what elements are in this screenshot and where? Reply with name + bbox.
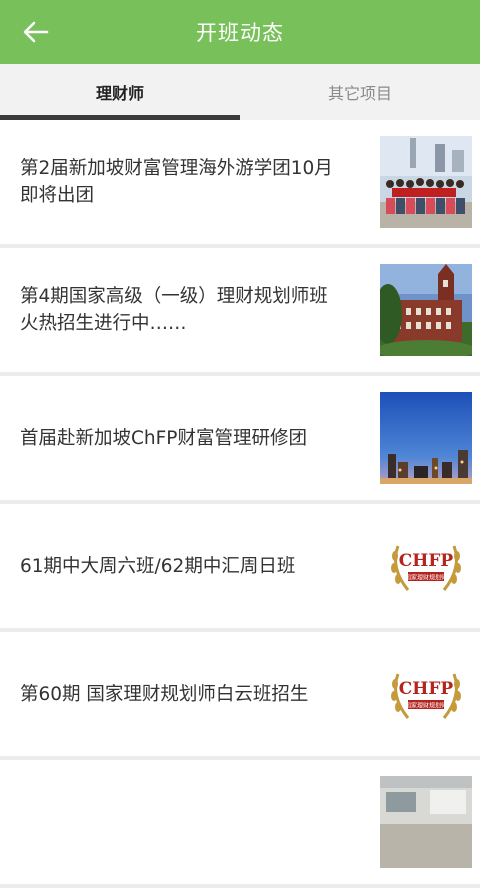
app-header: 开班动态	[0, 0, 480, 64]
city-skyline-photo-thumbnail	[380, 392, 472, 484]
list-item-title: 61期中大周六班/62期中汇周日班	[20, 555, 296, 577]
list-item[interactable]	[0, 760, 480, 884]
list-item-title: 首届赴新加坡ChFP财富管理研修团	[20, 427, 307, 449]
page-title: 开班动态	[196, 21, 284, 45]
chfp-logo-subtext: 国家理财规划师	[405, 702, 447, 710]
list-item[interactable]: 首届赴新加坡ChFP财富管理研修团	[0, 376, 480, 500]
tab-other-projects[interactable]: 其它项目	[240, 64, 480, 120]
chfp-logo-text: CHFP	[399, 551, 454, 571]
back-arrow-icon	[23, 21, 49, 43]
chfp-logo-subtext: 国家理财规划师	[405, 574, 447, 582]
chfp-logo-thumbnail: CHFP 国家理财规划师	[380, 648, 472, 740]
classroom-photo-thumbnail	[380, 776, 472, 868]
list-item-title: 第2届新加坡财富管理海外游学团10月即将出团	[20, 158, 333, 206]
group-photo-thumbnail	[380, 136, 472, 228]
tab-financial-planner[interactable]: 理财师	[0, 64, 240, 120]
news-list: 第2届新加坡财富管理海外游学团10月即将出团 第4期国家高级（一级）理财规划师班…	[0, 120, 480, 888]
tab-bar: 理财师 其它项目	[0, 64, 480, 120]
back-button[interactable]	[14, 14, 58, 50]
list-item[interactable]: 第60期 国家理财规划师白云班招生 CHFP 国家理财规划师	[0, 632, 480, 756]
campus-building-photo-thumbnail	[380, 264, 472, 356]
list-item-title: 第4期国家高级（一级）理财规划师班火热招生进行中……	[20, 286, 328, 334]
chfp-logo-text: CHFP	[399, 679, 454, 699]
list-item[interactable]: 61期中大周六班/62期中汇周日班 CHFP 国家理财规划师	[0, 504, 480, 628]
list-item[interactable]: 第4期国家高级（一级）理财规划师班火热招生进行中……	[0, 248, 480, 372]
list-item[interactable]: 第2届新加坡财富管理海外游学团10月即将出团	[0, 120, 480, 244]
chfp-logo-thumbnail: CHFP 国家理财规划师	[380, 520, 472, 612]
list-item-title: 第60期 国家理财规划师白云班招生	[20, 683, 309, 705]
